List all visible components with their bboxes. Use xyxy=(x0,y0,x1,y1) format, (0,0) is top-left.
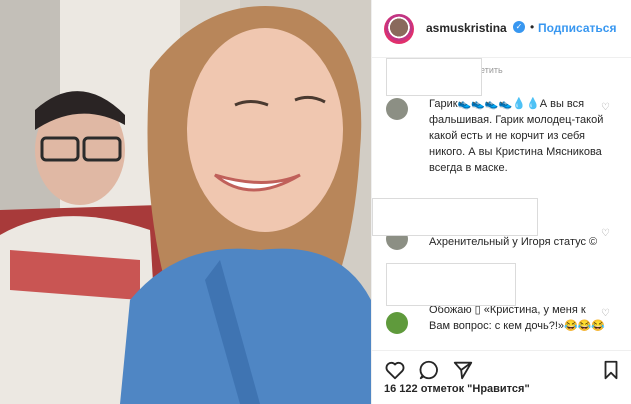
likes-count[interactable]: 16 122 отметок "Нравится" xyxy=(384,383,530,395)
comment-like-icon[interactable]: ♡ xyxy=(601,308,610,319)
comment-like-icon[interactable]: ♡ xyxy=(601,228,610,239)
post-sidebar: asmuskristina ✓ • Подписаться етить Гари… xyxy=(371,0,631,404)
redaction-box xyxy=(386,58,482,96)
follow-button[interactable]: Подписаться xyxy=(538,21,616,35)
heart-icon[interactable] xyxy=(384,359,406,381)
separator-dot: • xyxy=(530,20,535,34)
share-icon[interactable] xyxy=(452,359,474,381)
redaction-box xyxy=(372,198,538,236)
username-link[interactable]: asmuskristina xyxy=(426,21,507,35)
bookmark-icon[interactable] xyxy=(600,359,622,381)
selfie-image xyxy=(0,0,371,404)
post-photo xyxy=(0,0,371,404)
verified-icon: ✓ xyxy=(513,21,525,33)
comment-meta: етить xyxy=(480,65,503,75)
redaction-box xyxy=(386,263,516,306)
comment-like-icon[interactable]: ♡ xyxy=(601,102,610,113)
post-actions xyxy=(372,350,631,404)
comment-avatar[interactable] xyxy=(386,98,408,120)
comment-text: Ахренительный у Игоря статус © xyxy=(429,236,598,248)
comment-avatar[interactable] xyxy=(386,312,408,334)
comment-text: Гарик👟👟👟👟💧💧А вы вся фальшивая. Гарик мол… xyxy=(429,98,604,174)
post-header: asmuskristina ✓ • Подписаться xyxy=(372,0,631,58)
comment-icon[interactable] xyxy=(418,359,440,381)
comment-text: Обожаю ▯ «Кристина, у меня к Вам вопрос:… xyxy=(429,304,606,332)
avatar[interactable] xyxy=(384,14,414,44)
